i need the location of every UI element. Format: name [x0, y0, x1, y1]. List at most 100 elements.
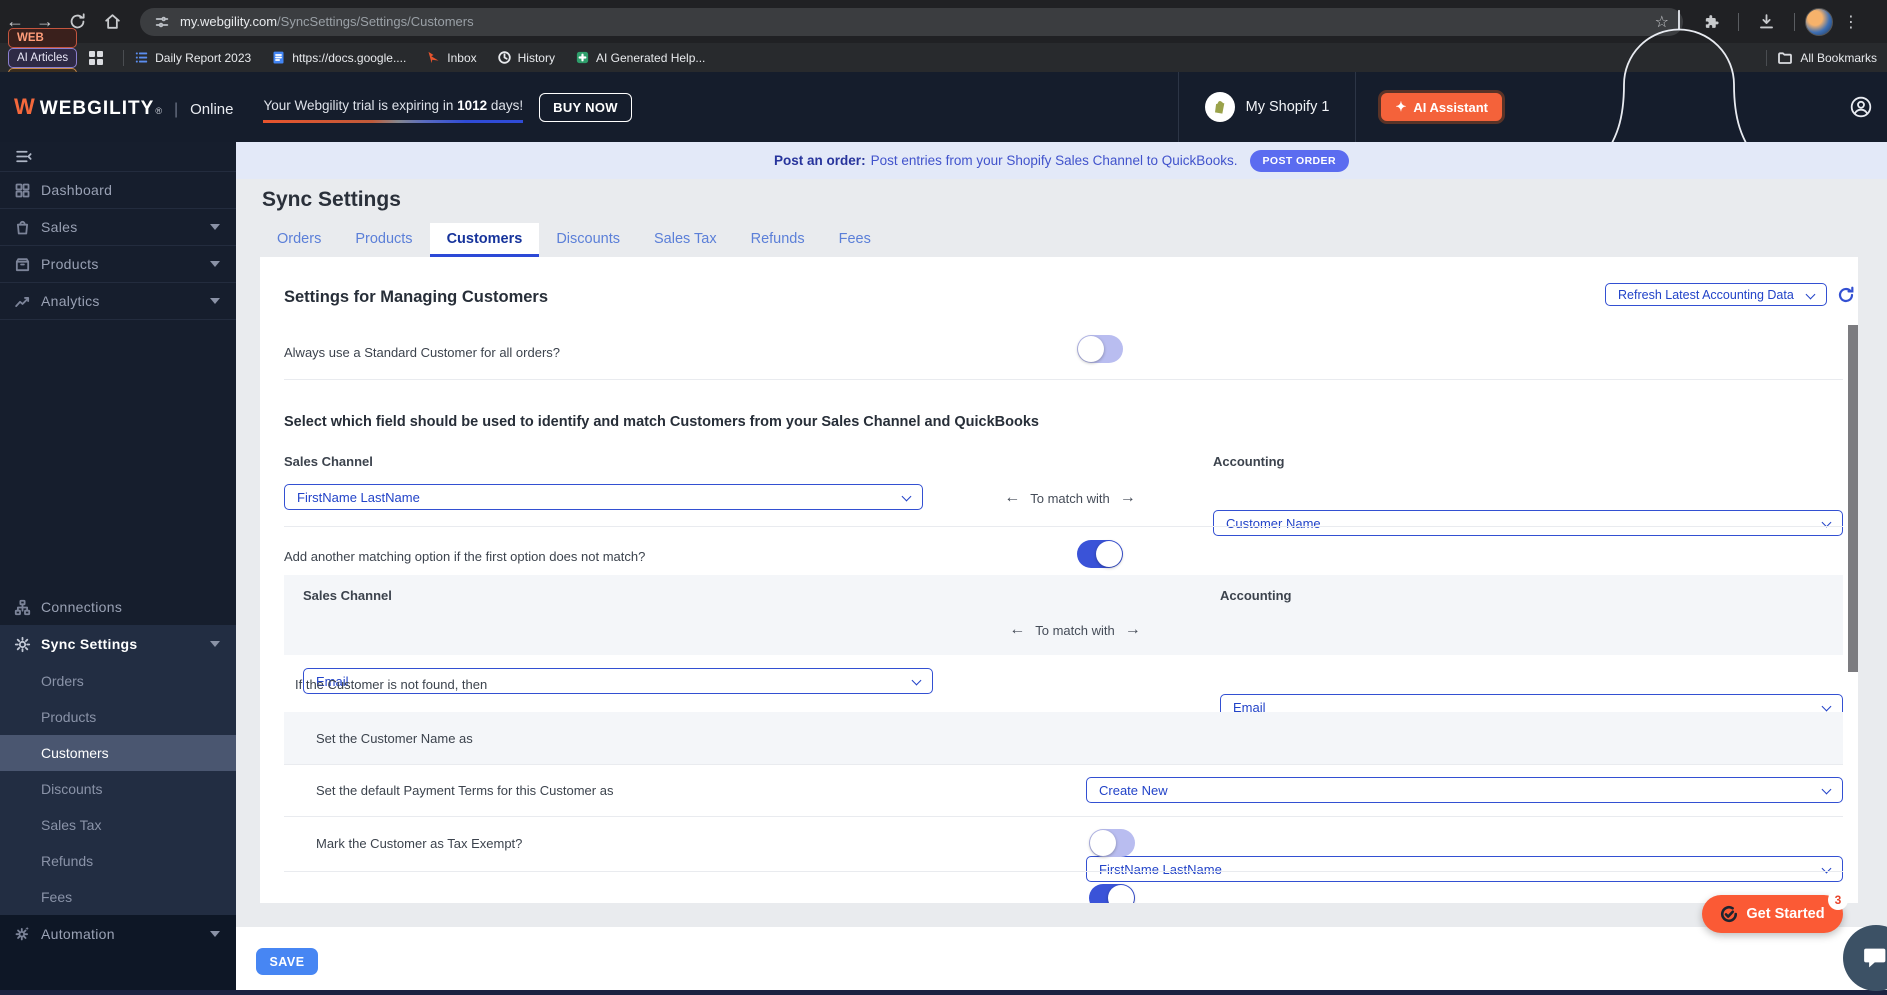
sidebar-subitem[interactable]: Discounts [0, 771, 236, 807]
refresh-accounting-dropdown[interactable]: Refresh Latest Accounting Data [1605, 283, 1827, 306]
screen: ← → my.webgility.com /SyncSettings/Setti… [0, 0, 1887, 995]
trial-banner: Your Webgility trial is expiring in 1012… [263, 90, 523, 125]
gear-icon [14, 636, 31, 653]
accounting-field-dropdown[interactable]: Customer Name [1213, 510, 1843, 536]
sidebar: Dashboard Sales Products Analytics Conne… [0, 142, 236, 990]
panel-scrollbar[interactable] [1848, 325, 1858, 672]
divider [284, 526, 1843, 527]
sidebar-item-sync-settings[interactable]: Sync Settings [0, 625, 236, 663]
sidebar-subitem[interactable]: Sales Tax [0, 807, 236, 843]
tab[interactable]: Products [338, 223, 429, 257]
payment-terms-label: Set the default Payment Terms for this C… [316, 783, 614, 798]
customer-not-found-label: If the Customer is not found, then [295, 677, 488, 692]
divider [284, 871, 1843, 872]
tab[interactable]: Refunds [734, 223, 822, 257]
bookmark-icon [134, 50, 149, 65]
refresh-controls: Refresh Latest Accounting Data [1605, 283, 1856, 306]
chevron-down-icon [210, 641, 220, 647]
sidebar-subitem[interactable]: Fees [0, 879, 236, 915]
sidebar-item[interactable]: Sales [0, 209, 236, 246]
partial-toggle[interactable] [1089, 884, 1135, 903]
tax-exempt-label: Mark the Customer as Tax Exempt? [316, 836, 523, 851]
standard-customer-label: Always use a Standard Customer for all o… [284, 345, 561, 360]
header-right: My Shopify 1 ✦ AI Assistant 3 [1177, 72, 1887, 142]
settings-panel: Settings for Managing Customers Refresh … [260, 257, 1858, 903]
chevron-down-icon [210, 298, 220, 304]
logo-mark: W [14, 94, 35, 119]
sidebar-collapse-button[interactable] [0, 142, 236, 172]
sidebar-subitem[interactable]: Refunds [0, 843, 236, 879]
chat-bubble-icon [1861, 943, 1887, 973]
match-heading: Select which field should be used to ide… [284, 414, 1039, 430]
gear-sparkle-icon [14, 925, 31, 942]
main-content: Post an order: Post entries from your Sh… [236, 142, 1887, 990]
tab[interactable]: Discounts [539, 223, 637, 257]
divider [1355, 72, 1357, 142]
sidebar-item[interactable]: Products [0, 246, 236, 283]
address-bar[interactable]: my.webgility.com /SyncSettings/Settings/… [140, 7, 1683, 36]
sales-channel-label: Sales Channel [284, 454, 373, 469]
footer-bar: SAVE [236, 927, 1887, 990]
shopify-store-avatar [1204, 92, 1235, 122]
add-matching-option-toggle[interactable] [1077, 540, 1123, 568]
apps-grid-icon[interactable] [89, 50, 104, 65]
sidebar-item[interactable]: Dashboard [0, 172, 236, 209]
arrow-left-icon: ← [1004, 489, 1021, 506]
secondary-match-block [284, 575, 1843, 655]
to-match-with-label-2: ← To match with → [1009, 621, 1141, 638]
post-order-button[interactable]: POST ORDER [1249, 149, 1349, 172]
tab[interactable]: Customers [429, 223, 540, 257]
tab[interactable]: Orders [260, 223, 338, 257]
add-matching-option-label: Add another matching option if the first… [284, 549, 646, 564]
customer-not-found-dropdown[interactable]: Create New [1086, 777, 1843, 803]
bookmark-icon [426, 50, 441, 65]
banner-text: Post entries from your Shopify Sales Cha… [870, 153, 1238, 168]
buy-now-button[interactable]: BUY NOW [539, 92, 632, 122]
browser-menu-icon[interactable]: ⋮ [1843, 12, 1867, 32]
get-started-button[interactable]: Get Started [1702, 895, 1843, 933]
sidebar-item-icon [14, 256, 31, 273]
sidebar-item-automation[interactable]: Automation [0, 915, 236, 952]
automation-section: Automation [0, 915, 236, 990]
customer-name-row [284, 712, 1843, 764]
arrow-right-icon: → [1119, 489, 1136, 506]
bookmark-chip[interactable]: AI Articles [8, 47, 78, 68]
divider [284, 764, 1843, 765]
account-icon[interactable] [1849, 95, 1873, 119]
arrow-right-icon: → [1124, 621, 1141, 638]
to-match-with-label: ← To match with → [1004, 489, 1136, 506]
store-selector[interactable]: My Shopify 1 [1179, 92, 1356, 122]
save-button[interactable]: SAVE [256, 948, 318, 975]
tax-exempt-toggle[interactable] [1089, 829, 1135, 857]
divider [284, 379, 1843, 380]
sidebar-item-icon [14, 182, 31, 199]
shopify-bag-icon [1212, 99, 1228, 115]
bookmark-chip[interactable]: WEB [8, 27, 78, 48]
sales-channel-field-dropdown[interactable]: FirstName LastName [284, 484, 923, 510]
divider [123, 49, 125, 66]
bookmark-icon [497, 50, 512, 65]
network-icon [14, 599, 31, 616]
site-info-icon[interactable] [154, 14, 170, 30]
tab[interactable]: Sales Tax [637, 223, 734, 257]
home-icon[interactable] [103, 12, 122, 31]
sidebar-subitem[interactable]: Customers [0, 735, 236, 771]
customer-name-dropdown[interactable]: FirstName LastName [1086, 856, 1843, 882]
tab[interactable]: Fees [822, 223, 888, 257]
bookmark-item[interactable]: Inbox [426, 50, 477, 65]
bookmark-item[interactable]: https://docs.google.... [271, 50, 406, 65]
refresh-icon[interactable] [1836, 285, 1856, 305]
chevron-down-icon [210, 930, 220, 937]
sidebar-item-connections[interactable]: Connections [0, 589, 236, 625]
post-order-banner: Post an order: Post entries from your Sh… [236, 142, 1887, 179]
standard-customer-toggle[interactable] [1077, 335, 1123, 363]
bookmark-item[interactable]: AI Generated Help... [575, 50, 705, 65]
sidebar-subitem[interactable]: Orders [0, 663, 236, 699]
bookmark-item[interactable]: Daily Report 2023 [134, 50, 251, 65]
sidebar-item[interactable]: Analytics [0, 283, 236, 320]
collapse-menu-icon [14, 147, 33, 166]
tab-bar: Orders Products Customers Discounts Sales Ta… [260, 223, 888, 257]
sidebar-subitem[interactable]: Products [0, 699, 236, 735]
ai-assistant-button[interactable]: ✦ AI Assistant [1378, 90, 1505, 124]
bookmark-item[interactable]: History [497, 50, 555, 65]
